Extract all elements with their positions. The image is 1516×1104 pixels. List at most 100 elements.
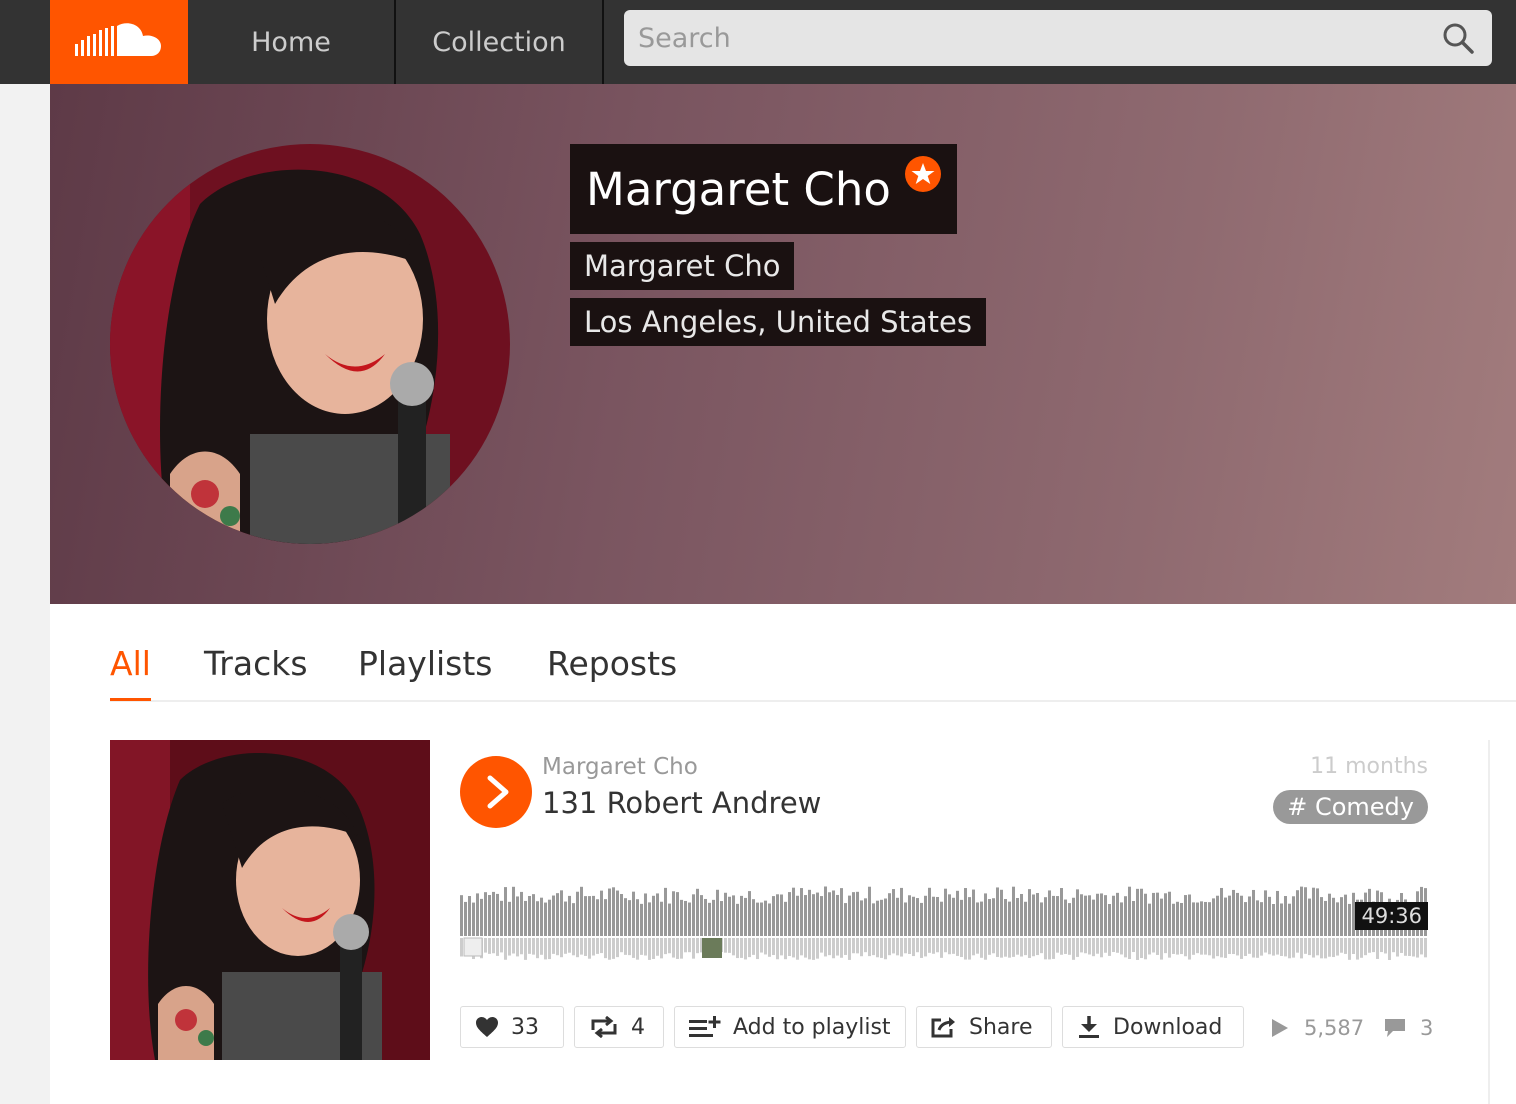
- nav-collection[interactable]: Collection: [396, 0, 604, 84]
- tab-all[interactable]: All: [110, 644, 151, 701]
- waveform-bar: [1204, 901, 1207, 936]
- waveform-bar: [1324, 900, 1327, 936]
- waveform-bar-reflection: [1036, 938, 1039, 956]
- waveform-bar-reflection: [908, 938, 911, 955]
- download-button[interactable]: Download: [1062, 1006, 1244, 1048]
- waveform-bar: [836, 894, 839, 936]
- waveform-bar-reflection: [1012, 938, 1015, 957]
- waveform-bar: [500, 900, 503, 936]
- comment-count[interactable]: 3: [1384, 1016, 1433, 1040]
- tab-playlists[interactable]: Playlists: [358, 644, 492, 698]
- waveform-bar: [596, 899, 599, 936]
- waveform[interactable]: [460, 876, 1428, 966]
- waveform-bar: [704, 898, 707, 936]
- waveform-bar: [744, 897, 747, 936]
- add-to-playlist-button[interactable]: Add to playlist: [674, 1006, 906, 1048]
- waveform-bar: [492, 891, 495, 936]
- waveform-bar: [772, 896, 775, 936]
- repost-button[interactable]: 4: [574, 1006, 664, 1048]
- waveform-bar-reflection: [812, 938, 815, 960]
- waveform-bar-reflection: [932, 938, 935, 954]
- waveform-bar: [868, 886, 871, 936]
- waveform-bar: [1192, 902, 1195, 936]
- waveform-bar: [972, 889, 975, 936]
- waveform-bar: [1232, 889, 1235, 936]
- waveform-bar: [820, 896, 823, 936]
- waveform-bar-reflection: [652, 938, 655, 959]
- waveform-bar: [464, 901, 467, 936]
- waveform-bar-reflection: [1100, 938, 1103, 958]
- soundcloud-logo-icon[interactable]: [50, 0, 188, 84]
- play-button[interactable]: [460, 756, 532, 828]
- waveform-bar-reflection: [1200, 938, 1203, 955]
- waveform-bar-reflection: [592, 938, 595, 956]
- waveform-bar: [556, 893, 559, 936]
- tab-tracks[interactable]: Tracks: [204, 644, 308, 698]
- waveform-bar-reflection: [832, 938, 835, 959]
- comment-marker-avatar[interactable]: [463, 937, 483, 957]
- waveform-bar-reflection: [600, 938, 603, 954]
- waveform-bar: [1212, 898, 1215, 936]
- waveform-bar: [636, 899, 639, 936]
- waveform-bar-reflection: [796, 938, 799, 960]
- waveform-bar-reflection: [1016, 938, 1019, 955]
- waveform-bar-reflection: [1076, 938, 1079, 957]
- waveform-bar-reflection: [1056, 938, 1059, 953]
- waveform-bar-reflection: [972, 938, 975, 956]
- waveform-bar-reflection: [736, 938, 739, 959]
- nav-home[interactable]: Home: [188, 0, 396, 84]
- waveform-bar: [572, 903, 575, 936]
- waveform-bar-reflection: [1280, 938, 1283, 956]
- waveform-bar-reflection: [640, 938, 643, 955]
- waveform-bar-reflection: [1368, 938, 1371, 953]
- waveform-bar-reflection: [496, 938, 499, 956]
- waveform-bar-reflection: [1272, 938, 1275, 956]
- avatar[interactable]: [110, 144, 510, 544]
- tab-reposts[interactable]: Reposts: [547, 644, 677, 698]
- track-item: Margaret Cho 131 Robert Andrew 11 months…: [110, 740, 1490, 1070]
- waveform-bar-reflection: [636, 938, 639, 960]
- comment-count-value: 3: [1420, 1016, 1434, 1040]
- waveform-bar-reflection: [1164, 938, 1167, 954]
- waveform-bar-reflection: [1008, 938, 1011, 958]
- genre-tag[interactable]: # Comedy: [1273, 790, 1428, 824]
- download-icon: [1079, 1016, 1099, 1038]
- waveform-bar-reflection: [1412, 938, 1415, 957]
- waveform-bar: [1060, 888, 1063, 936]
- track-uploader[interactable]: Margaret Cho: [542, 754, 698, 780]
- track-title[interactable]: 131 Robert Andrew: [542, 786, 821, 820]
- search-input[interactable]: [624, 10, 1432, 66]
- track-artwork[interactable]: [110, 740, 430, 1060]
- waveform-bar-reflection: [1080, 938, 1083, 953]
- comment-marker-avatar[interactable]: [702, 938, 722, 958]
- waveform-bar: [792, 887, 795, 936]
- waveform-bar: [480, 898, 483, 936]
- waveform-bar-reflection: [864, 938, 867, 953]
- waveform-bar-reflection: [1336, 938, 1339, 956]
- search-icon[interactable]: [1442, 22, 1474, 54]
- waveform-bar: [932, 896, 935, 936]
- waveform-bar-reflection: [512, 938, 515, 954]
- waveform-bar: [768, 903, 771, 936]
- waveform-bar: [756, 902, 759, 936]
- waveform-bar: [1220, 887, 1223, 936]
- waveform-bar: [760, 902, 763, 936]
- waveform-bar: [900, 887, 903, 936]
- waveform-bar-reflection: [1376, 938, 1379, 959]
- waveform-bar: [960, 899, 963, 936]
- waveform-bar: [712, 899, 715, 936]
- waveform-bar: [984, 893, 987, 936]
- share-button[interactable]: Share: [916, 1006, 1052, 1048]
- waveform-bar: [1116, 892, 1119, 936]
- waveform-bar-reflection: [1256, 938, 1259, 958]
- waveform-bar: [508, 901, 511, 936]
- waveform-bar: [664, 887, 667, 936]
- like-button[interactable]: 33: [460, 1006, 564, 1048]
- waveform-bar-reflection: [1204, 938, 1207, 955]
- waveform-bar-reflection: [1212, 938, 1215, 959]
- waveform-bar: [1284, 896, 1287, 936]
- waveform-bar-reflection: [1060, 938, 1063, 955]
- waveform-bar-reflection: [912, 938, 915, 957]
- waveform-bar: [516, 896, 519, 936]
- waveform-bar: [696, 888, 699, 936]
